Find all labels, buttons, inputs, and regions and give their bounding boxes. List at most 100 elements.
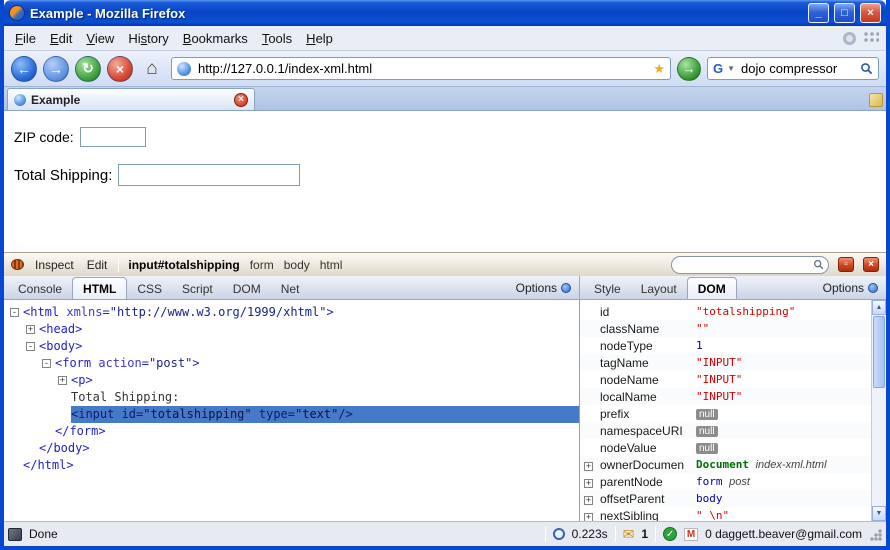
expand-toggle-icon[interactable]: + bbox=[26, 325, 35, 334]
fb-tab-css[interactable]: CSS bbox=[127, 278, 172, 299]
fb-tab-style[interactable]: Style bbox=[584, 278, 631, 299]
web-search-input[interactable] bbox=[739, 60, 856, 77]
fb-tab-layout[interactable]: Layout bbox=[631, 278, 687, 299]
right-options-button[interactable]: Options bbox=[823, 281, 882, 299]
dom-prop-name: offsetParent bbox=[600, 492, 684, 506]
tree-line[interactable]: -<html xmlns="http://www.w3.org/1999/xht… bbox=[4, 304, 579, 321]
status-check-icon[interactable]: ✓ bbox=[663, 527, 677, 541]
statusbar-app-icon[interactable] bbox=[8, 528, 22, 541]
resize-grip[interactable] bbox=[869, 528, 882, 541]
tree-line[interactable]: +<head> bbox=[4, 321, 579, 338]
inspect-button[interactable]: Inspect bbox=[33, 257, 76, 273]
scroll-thumb[interactable] bbox=[873, 316, 885, 388]
tab-example[interactable]: Example × bbox=[7, 88, 255, 110]
menu-edit[interactable]: Edit bbox=[43, 28, 79, 49]
null-badge: null bbox=[696, 426, 718, 437]
dom-property-row[interactable]: id"totalshipping" bbox=[580, 303, 871, 320]
menu-bar-right bbox=[843, 31, 882, 45]
home-button[interactable]: ⌂ bbox=[139, 56, 165, 82]
tabbar-corner-icon[interactable] bbox=[869, 93, 883, 107]
forward-button[interactable]: → bbox=[43, 56, 69, 82]
gmail-notifier-icon[interactable]: M bbox=[684, 528, 698, 541]
tree-line[interactable]: </body> bbox=[4, 440, 579, 457]
scroll-up-icon[interactable]: ▲ bbox=[872, 300, 886, 315]
go-button[interactable]: → bbox=[677, 57, 701, 81]
dom-property-row[interactable]: nodeType1 bbox=[580, 337, 871, 354]
fb-tab-script[interactable]: Script bbox=[172, 278, 223, 299]
bookmark-star-icon[interactable]: ★ bbox=[653, 61, 665, 77]
expand-toggle-icon[interactable]: + bbox=[584, 496, 593, 505]
close-button[interactable]: × bbox=[860, 3, 881, 23]
fb-tab-dom[interactable]: DOM bbox=[687, 277, 737, 299]
expand-toggle-icon[interactable]: + bbox=[584, 479, 593, 488]
stop-button[interactable]: × bbox=[107, 56, 133, 82]
scroll-track[interactable] bbox=[872, 389, 886, 506]
mail-envelope-icon[interactable]: ✉ bbox=[623, 527, 635, 541]
menu-file[interactable]: File bbox=[8, 28, 43, 49]
tree-line-selected[interactable]: <input id="totalshipping" type="text"/> bbox=[4, 406, 579, 423]
dom-scrollbar[interactable]: ▲ ▼ bbox=[871, 300, 886, 521]
tree-line[interactable]: -<body> bbox=[4, 338, 579, 355]
fb-tab-net[interactable]: Net bbox=[271, 278, 310, 299]
dom-property-row[interactable]: nodeName"INPUT" bbox=[580, 371, 871, 388]
reload-button[interactable]: ↻ bbox=[75, 56, 101, 82]
tree-line[interactable]: </html> bbox=[4, 457, 579, 474]
window-title: Example - Mozilla Firefox bbox=[30, 6, 803, 21]
fb-tab-console[interactable]: Console bbox=[8, 278, 72, 299]
maximize-button[interactable]: □ bbox=[834, 3, 855, 23]
null-badge: null bbox=[696, 443, 718, 454]
firebug-close-button[interactable]: × bbox=[863, 257, 879, 272]
tree-line[interactable]: +<p> bbox=[4, 372, 579, 389]
url-input[interactable] bbox=[196, 60, 648, 77]
value-text: "totalshipping" bbox=[696, 305, 795, 318]
tree-line[interactable]: </form> bbox=[4, 423, 579, 440]
dom-prop-value: "INPUT" bbox=[696, 356, 871, 369]
firebug-icon[interactable] bbox=[11, 259, 24, 270]
edit-button[interactable]: Edit bbox=[85, 257, 110, 273]
fb-tab-html[interactable]: HTML bbox=[72, 277, 127, 299]
dom-property-row[interactable]: localName"INPUT" bbox=[580, 388, 871, 405]
minimize-button[interactable]: _ bbox=[808, 3, 829, 23]
collapse-toggle-icon[interactable]: - bbox=[10, 308, 19, 317]
breadcrumb-item[interactable]: form bbox=[250, 258, 274, 272]
left-options-button[interactable]: Options bbox=[516, 281, 575, 299]
dom-property-row[interactable]: +ownerDocumentDocument index-xml.html bbox=[580, 456, 871, 473]
expand-toggle-icon[interactable]: + bbox=[584, 462, 593, 471]
tree-line[interactable]: Total Shipping: bbox=[4, 389, 579, 406]
dom-property-row[interactable]: prefixnull bbox=[580, 405, 871, 422]
tree-line[interactable]: -<form action="post"> bbox=[4, 355, 579, 372]
scroll-down-icon[interactable]: ▼ bbox=[872, 506, 886, 521]
firebug-panels: -<html xmlns="http://www.w3.org/1999/xht… bbox=[4, 300, 886, 521]
fb-tab-dom[interactable]: DOM bbox=[223, 278, 271, 299]
dom-property-row[interactable]: nodeValuenull bbox=[580, 439, 871, 456]
expand-toggle-icon[interactable]: + bbox=[584, 513, 593, 521]
menu-history[interactable]: History bbox=[121, 28, 175, 49]
dom-property-row[interactable]: +offsetParentbody bbox=[580, 490, 871, 507]
dom-property-row[interactable]: namespaceURInull bbox=[580, 422, 871, 439]
value-text: "INPUT" bbox=[696, 356, 742, 369]
magnifier-icon[interactable] bbox=[860, 62, 873, 75]
tab-close-icon[interactable]: × bbox=[234, 93, 248, 107]
dom-property-row[interactable]: className"" bbox=[580, 320, 871, 337]
breadcrumb-item[interactable]: html bbox=[320, 258, 343, 272]
expand-toggle-icon[interactable]: + bbox=[58, 376, 67, 385]
zip-input[interactable] bbox=[80, 127, 146, 147]
dom-property-row[interactable]: +nextSibling" \n" bbox=[580, 507, 871, 521]
breadcrumb-item[interactable]: input#totalshipping bbox=[128, 258, 239, 272]
back-button[interactable]: ← bbox=[11, 56, 37, 82]
menu-tools[interactable]: Tools bbox=[255, 28, 299, 49]
status-text: Done bbox=[29, 527, 58, 541]
menu-help[interactable]: Help bbox=[299, 28, 340, 49]
firebug-detach-button[interactable]: ▫ bbox=[838, 257, 854, 272]
google-logo-icon[interactable]: G bbox=[713, 61, 723, 76]
menu-bookmarks[interactable]: Bookmarks bbox=[176, 28, 255, 49]
collapse-toggle-icon[interactable]: - bbox=[42, 359, 51, 368]
menu-view[interactable]: View bbox=[79, 28, 121, 49]
collapse-toggle-icon[interactable]: - bbox=[26, 342, 35, 351]
search-engine-dropdown-icon[interactable]: ▼ bbox=[727, 64, 735, 73]
dom-property-row[interactable]: +parentNodeform post bbox=[580, 473, 871, 490]
dom-property-row[interactable]: tagName"INPUT" bbox=[580, 354, 871, 371]
firebug-search-input[interactable] bbox=[676, 258, 810, 272]
totalshipping-input[interactable] bbox=[118, 164, 300, 186]
breadcrumb-item[interactable]: body bbox=[284, 258, 310, 272]
